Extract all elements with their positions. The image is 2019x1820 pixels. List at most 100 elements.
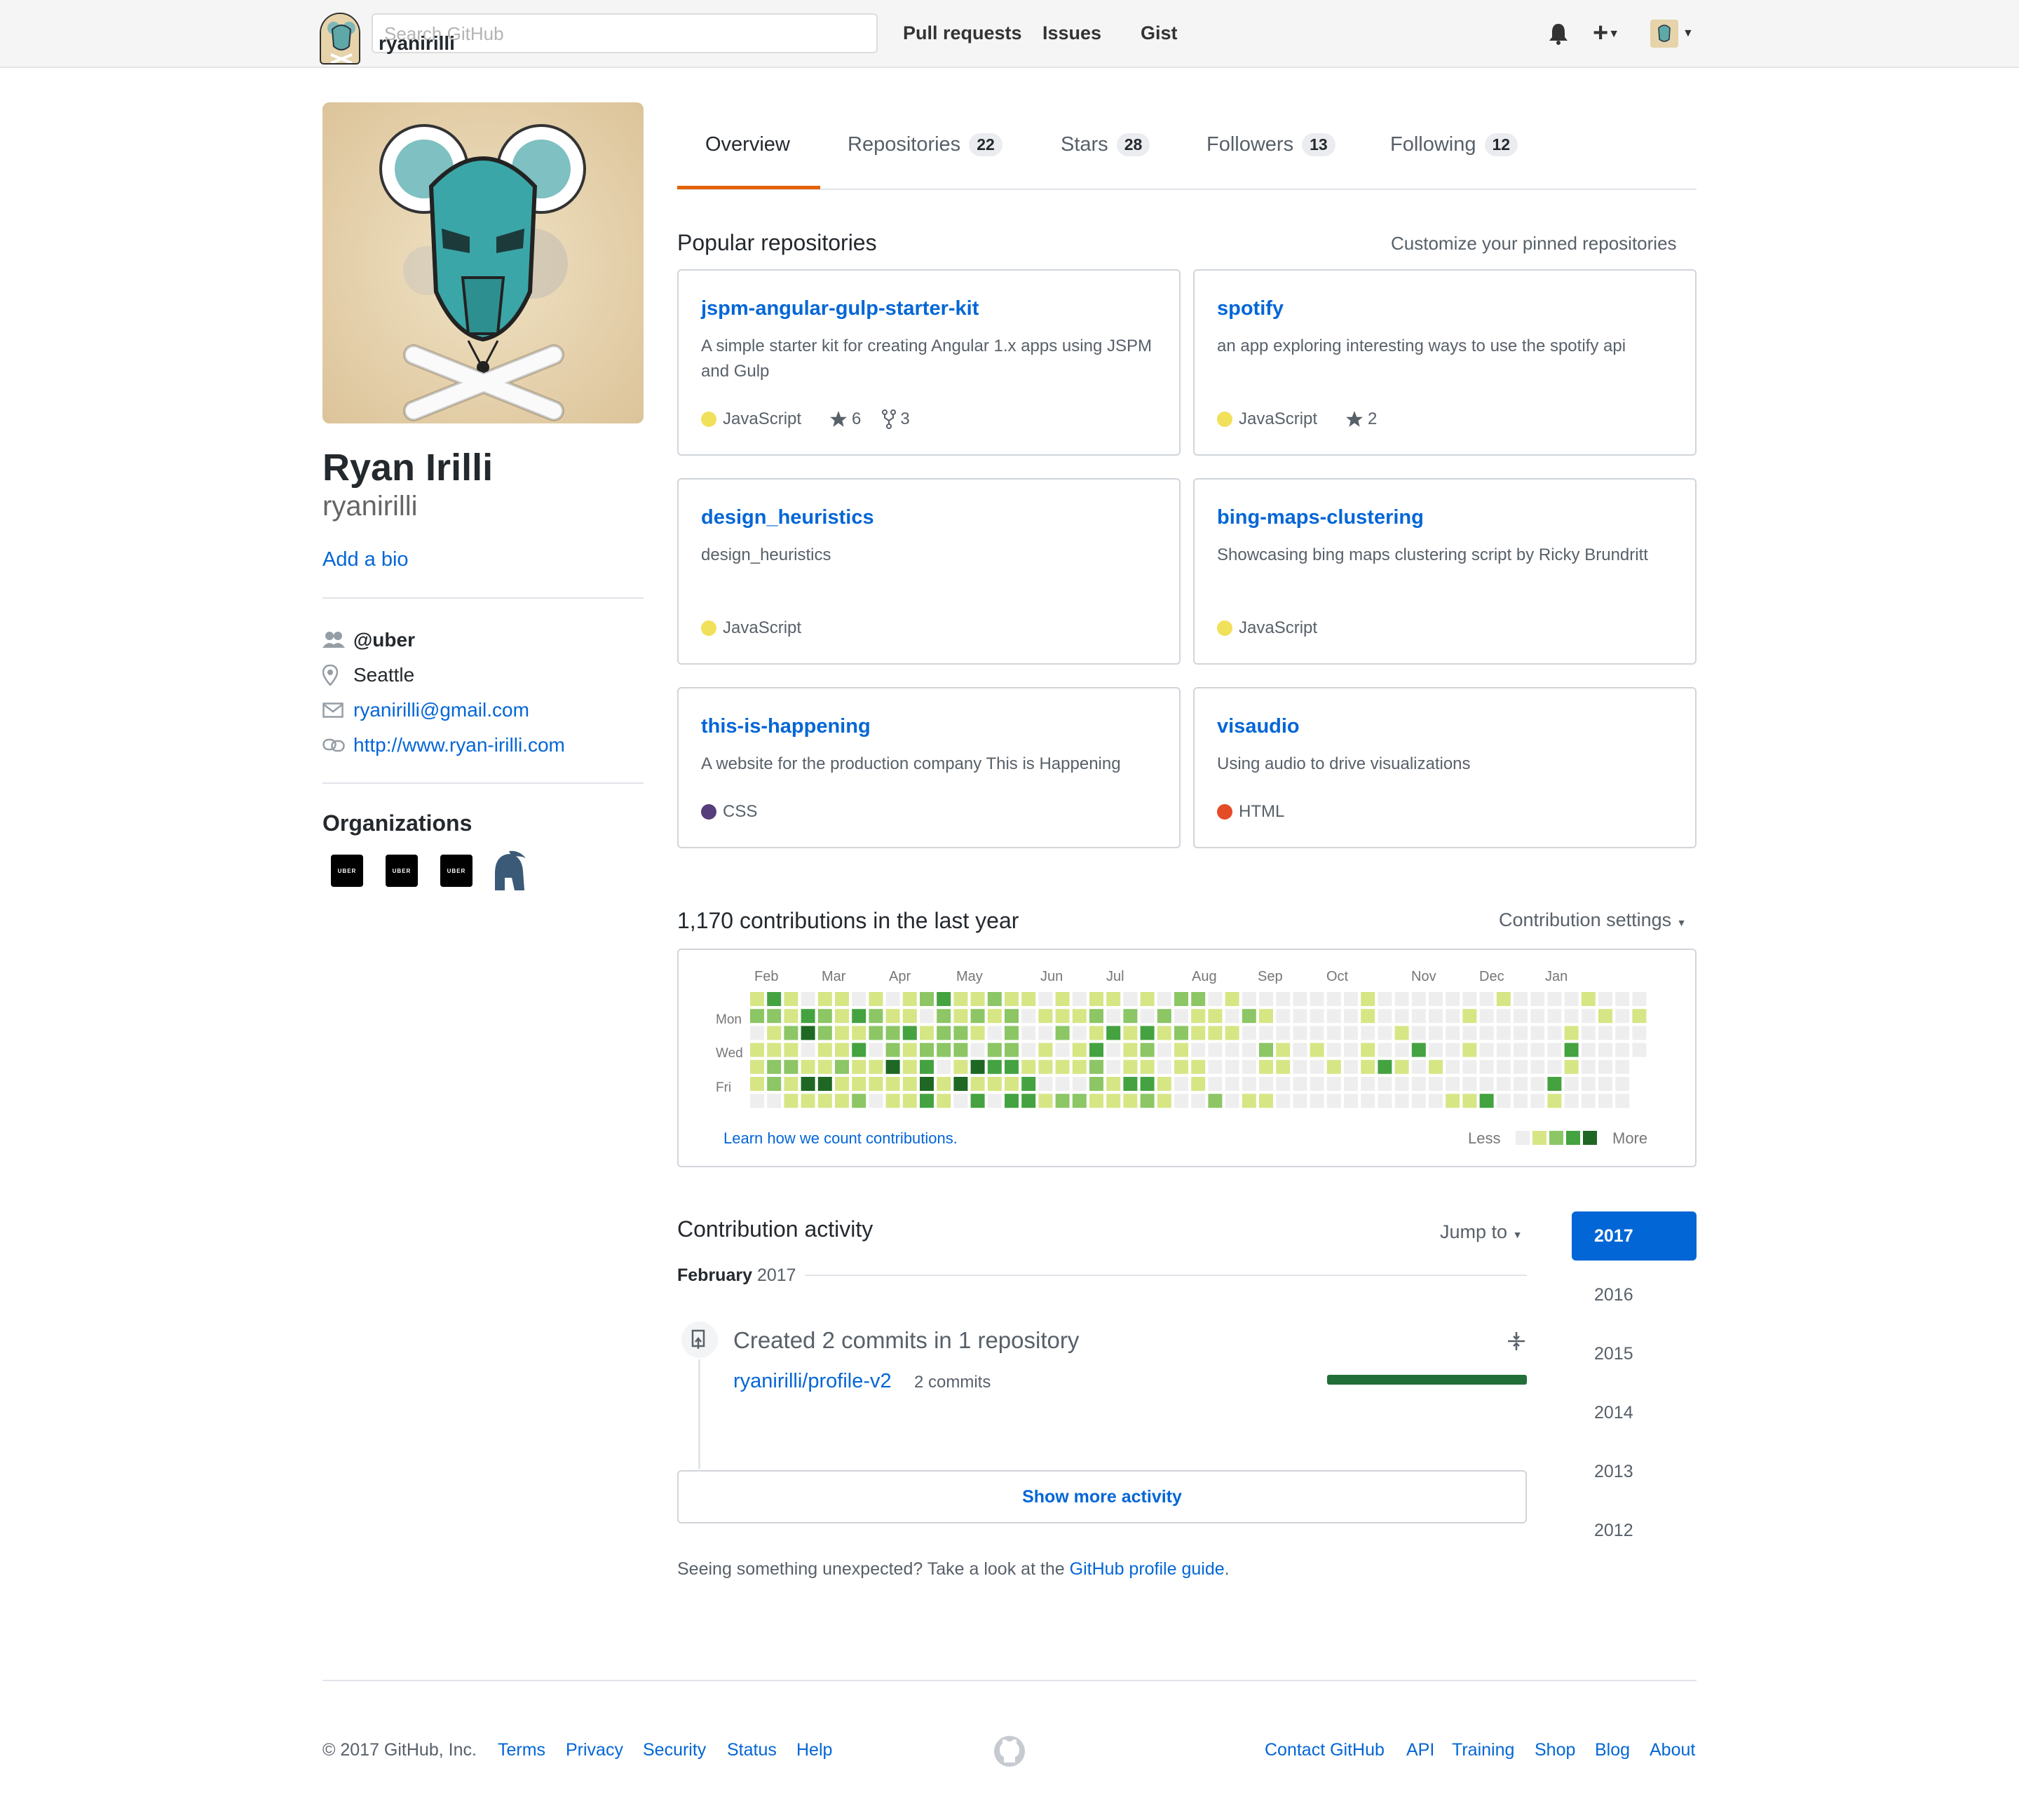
- contribution-day-cell[interactable]: [1140, 1026, 1155, 1040]
- contribution-day-cell[interactable]: [750, 1043, 764, 1057]
- footer-link-contact[interactable]: Contact GitHub: [1265, 1740, 1385, 1760]
- contribution-day-cell[interactable]: [1547, 992, 1562, 1006]
- contribution-day-cell[interactable]: [1378, 1009, 1392, 1024]
- contribution-day-cell[interactable]: [1089, 1059, 1103, 1074]
- contribution-day-cell[interactable]: [1446, 1043, 1460, 1057]
- contribution-day-cell[interactable]: [1530, 1059, 1545, 1074]
- contribution-day-cell[interactable]: [1242, 1059, 1256, 1074]
- contribution-day-cell[interactable]: [1479, 1026, 1494, 1040]
- contribution-day-cell[interactable]: [1310, 1094, 1324, 1108]
- contribution-day-cell[interactable]: [1514, 1043, 1528, 1057]
- contribution-day-cell[interactable]: [1259, 1043, 1273, 1057]
- contribution-day-cell[interactable]: [1072, 1026, 1087, 1040]
- contribution-day-cell[interactable]: [750, 1026, 764, 1040]
- bell-icon[interactable]: [1548, 22, 1569, 48]
- contribution-day-cell[interactable]: [1581, 1077, 1596, 1091]
- contribution-day-cell[interactable]: [1038, 1009, 1053, 1024]
- contribution-day-cell[interactable]: [750, 1077, 764, 1091]
- contribution-day-cell[interactable]: [767, 992, 782, 1006]
- contribution-day-cell[interactable]: [1514, 1026, 1528, 1040]
- contribution-day-cell[interactable]: [1225, 1043, 1239, 1057]
- contribution-day-cell[interactable]: [987, 1077, 1002, 1091]
- contribution-day-cell[interactable]: [852, 1043, 866, 1057]
- contribution-day-cell[interactable]: [953, 1094, 968, 1108]
- contribution-day-cell[interactable]: [1326, 1009, 1341, 1024]
- contribution-day-cell[interactable]: [1174, 1026, 1188, 1040]
- contribution-day-cell[interactable]: [1564, 1026, 1579, 1040]
- contribution-day-cell[interactable]: [1005, 1026, 1019, 1040]
- contribution-day-cell[interactable]: [869, 1009, 883, 1024]
- contribution-day-cell[interactable]: [1326, 992, 1341, 1006]
- commit-count-link[interactable]: 2 commits: [914, 1373, 991, 1392]
- contribution-day-cell[interactable]: [1479, 1009, 1494, 1024]
- contribution-day-cell[interactable]: [1598, 1043, 1612, 1057]
- contribution-day-cell[interactable]: [1598, 1094, 1612, 1108]
- contribution-day-cell[interactable]: [1259, 1059, 1273, 1074]
- contribution-day-cell[interactable]: [1157, 992, 1171, 1006]
- contribution-day-cell[interactable]: [1259, 992, 1273, 1006]
- contribution-day-cell[interactable]: [1479, 992, 1494, 1006]
- contribution-day-cell[interactable]: [1378, 1059, 1392, 1074]
- contribution-day-cell[interactable]: [1547, 1009, 1562, 1024]
- contribution-day-cell[interactable]: [885, 1059, 900, 1074]
- contribution-day-cell[interactable]: [1021, 992, 1036, 1006]
- contribution-day-cell[interactable]: [1191, 1077, 1206, 1091]
- contribution-day-cell[interactable]: [902, 1043, 917, 1057]
- contribution-day-cell[interactable]: [1446, 1009, 1460, 1024]
- contribution-day-cell[interactable]: [1462, 1094, 1477, 1108]
- contribution-day-cell[interactable]: [1259, 1026, 1273, 1040]
- contribution-day-cell[interactable]: [1021, 1043, 1036, 1057]
- contribution-day-cell[interactable]: [801, 1059, 815, 1074]
- contribution-day-cell[interactable]: [1394, 1059, 1409, 1074]
- contribution-day-cell[interactable]: [767, 1026, 782, 1040]
- contribution-day-cell[interactable]: [987, 1043, 1002, 1057]
- contribution-day-cell[interactable]: [1615, 1043, 1630, 1057]
- contribution-day-cell[interactable]: [1581, 1026, 1596, 1040]
- contribution-day-cell[interactable]: [1462, 1026, 1477, 1040]
- contribution-day-cell[interactable]: [1394, 1077, 1409, 1091]
- contribution-day-cell[interactable]: [1055, 1077, 1070, 1091]
- contribution-day-cell[interactable]: [1429, 1094, 1443, 1108]
- contribution-day-cell[interactable]: [1106, 1077, 1121, 1091]
- contribution-day-cell[interactable]: [1259, 1077, 1273, 1091]
- contribution-day-cell[interactable]: [1496, 992, 1511, 1006]
- contribution-day-cell[interactable]: [1344, 1059, 1358, 1074]
- contribution-day-cell[interactable]: [1140, 992, 1155, 1006]
- repo-name-link[interactable]: design_heuristics: [701, 506, 874, 529]
- contribution-day-cell[interactable]: [1632, 992, 1647, 1006]
- contribution-day-cell[interactable]: [1326, 1026, 1341, 1040]
- show-more-activity-button[interactable]: Show more activity: [677, 1470, 1527, 1523]
- repo-name-link[interactable]: visaudio: [1217, 715, 1300, 738]
- contribution-day-cell[interactable]: [750, 1094, 764, 1108]
- contribution-day-cell[interactable]: [1564, 1094, 1579, 1108]
- year-2013-button[interactable]: 2013: [1572, 1447, 1697, 1496]
- contribution-day-cell[interactable]: [801, 1009, 815, 1024]
- contribution-day-cell[interactable]: [1326, 1043, 1341, 1057]
- contribution-day-cell[interactable]: [784, 1043, 798, 1057]
- contribution-day-cell[interactable]: [987, 1059, 1002, 1074]
- github-octocat-icon[interactable]: [993, 1734, 1026, 1772]
- contribution-day-cell[interactable]: [1378, 992, 1392, 1006]
- contribution-day-cell[interactable]: [1446, 1094, 1460, 1108]
- contribution-day-cell[interactable]: [1411, 1043, 1426, 1057]
- contribution-day-cell[interactable]: [750, 1009, 764, 1024]
- contribution-day-cell[interactable]: [1361, 1043, 1375, 1057]
- nav-issues[interactable]: Issues: [1042, 22, 1101, 44]
- user-menu[interactable]: ▼: [1650, 20, 1694, 48]
- contribution-day-cell[interactable]: [1547, 1094, 1562, 1108]
- contribution-day-cell[interactable]: [1530, 1077, 1545, 1091]
- contribution-day-cell[interactable]: [1072, 1009, 1087, 1024]
- contribution-day-cell[interactable]: [1208, 1094, 1223, 1108]
- contribution-day-cell[interactable]: [1089, 1009, 1103, 1024]
- contribution-day-cell[interactable]: [1123, 1009, 1138, 1024]
- contribution-day-cell[interactable]: [835, 1026, 849, 1040]
- contribution-day-cell[interactable]: [1005, 1043, 1019, 1057]
- contribution-day-cell[interactable]: [1462, 1043, 1477, 1057]
- contribution-day-cell[interactable]: [1293, 992, 1307, 1006]
- contribution-day-cell[interactable]: [1344, 992, 1358, 1006]
- contribution-day-cell[interactable]: [1547, 1059, 1562, 1074]
- contribution-day-cell[interactable]: [1361, 1094, 1375, 1108]
- contribution-day-cell[interactable]: [1598, 1077, 1612, 1091]
- contribution-day-cell[interactable]: [1038, 1043, 1053, 1057]
- contribution-day-cell[interactable]: [817, 1009, 832, 1024]
